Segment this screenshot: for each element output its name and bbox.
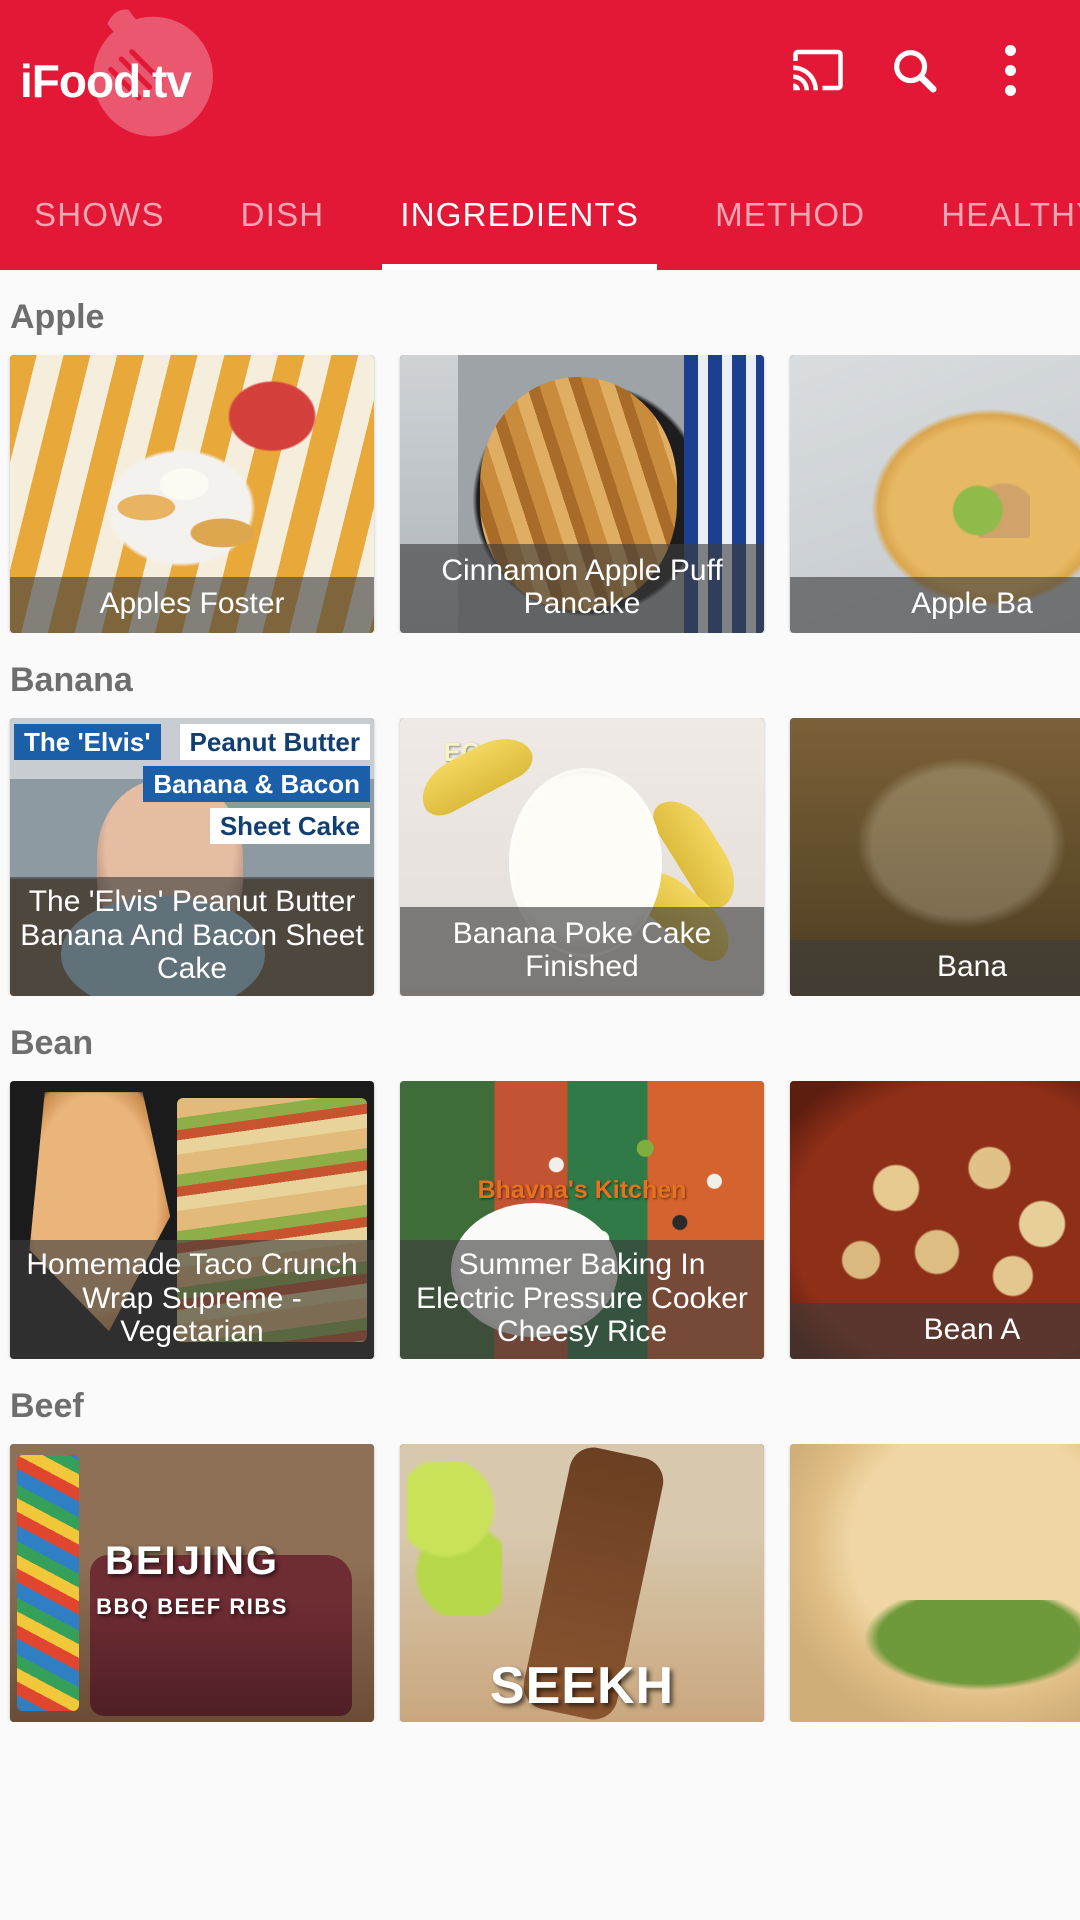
section-title: Apple <box>10 298 105 336</box>
recipe-card[interactable]: Banana Poke Cake Finished <box>400 718 764 996</box>
search-button[interactable] <box>866 22 962 118</box>
thumbnail-lime <box>407 1460 502 1617</box>
recipe-title: Apple Ba <box>790 577 1080 633</box>
recipe-card[interactable]: BEIJING BBQ BEEF RIBS <box>10 1444 374 1722</box>
ingredients-list: Apple Apples Foster Cinnamon Apple Puff … <box>0 270 1080 1722</box>
section-title: Beef <box>10 1387 84 1425</box>
recipe-card[interactable]: SEEKH <box>400 1444 764 1722</box>
recipe-card[interactable]: Apples Foster <box>10 355 374 633</box>
recipe-thumbnail: BEIJING BBQ BEEF RIBS <box>10 1444 374 1722</box>
search-icon <box>894 50 937 93</box>
recipe-title: Homemade Taco Crunch Wrap Supreme - Vege… <box>10 1240 374 1359</box>
overflow-menu-button[interactable] <box>962 22 1058 118</box>
section-title: Bean <box>10 1024 94 1062</box>
tab-method[interactable]: METHOD <box>715 160 903 270</box>
tab-healthy[interactable]: HEALTHY <box>941 160 1080 270</box>
thumb-banner-line1: The 'Elvis' <box>14 724 161 760</box>
recipe-title: Banana Poke Cake Finished <box>400 906 764 996</box>
tab-bar: SHOWS DISH INGREDIENTS METHOD HEALTHY <box>0 160 1080 270</box>
recipe-card[interactable]: Homemade Taco Crunch Wrap Supreme - Vege… <box>10 1081 374 1359</box>
section-beef: Beef BEIJING BBQ BEEF RIBS SEEKH <box>0 1359 1080 1722</box>
section-banana: Banana The 'Elvis' Peanut Butter Banana … <box>0 633 1080 996</box>
recipe-card[interactable]: Bean A <box>790 1081 1080 1359</box>
app-bar: iFood.tv SHOWS DISH INGREDIENTS METHOD H… <box>0 0 1080 270</box>
card-row[interactable]: BEIJING BBQ BEEF RIBS SEEKH <box>0 1444 1080 1722</box>
thumb-overlay-title: BEIJING <box>104 1538 280 1583</box>
thumb-banner-line4: Sheet Cake <box>209 808 370 844</box>
recipe-title: Apples Foster <box>10 577 374 633</box>
recipe-card[interactable] <box>790 1444 1080 1722</box>
section-title: Banana <box>10 661 133 699</box>
card-row[interactable]: Homemade Taco Crunch Wrap Supreme - Vege… <box>0 1081 1080 1359</box>
brand-logo: iFood.tv <box>20 55 192 107</box>
recipe-card[interactable]: Bana <box>790 718 1080 996</box>
recipe-card[interactable]: Bhavna's Kitchen Summer Baking In Electr… <box>400 1081 764 1359</box>
recipe-title: Summer Baking In Electric Pressure Cooke… <box>400 1240 764 1359</box>
thumb-banner-line3: Banana & Bacon <box>143 766 370 802</box>
recipe-title: Bean A <box>790 1303 1080 1359</box>
section-bean: Bean Homemade Taco Crunch Wrap Supreme -… <box>0 996 1080 1359</box>
app-bar-actions <box>770 22 1058 118</box>
card-row[interactable]: The 'Elvis' Peanut Butter Banana & Bacon… <box>0 718 1080 996</box>
recipe-title: Bana <box>790 940 1080 996</box>
card-row[interactable]: Apples Foster Cinnamon Apple Puff Pancak… <box>0 355 1080 633</box>
recipe-thumbnail <box>790 1444 1080 1722</box>
thumb-overlay-title: SEEKH <box>489 1657 675 1716</box>
thumb-overlay-subtitle: BBQ BEEF RIBS <box>96 1594 288 1620</box>
recipe-thumbnail: SEEKH <box>400 1444 764 1722</box>
thumb-banner-line2: Peanut Butter <box>179 724 370 760</box>
recipe-card[interactable]: Apple Ba <box>790 355 1080 633</box>
channel-watermark: Bhavna's Kitchen <box>477 1175 687 1204</box>
cast-button[interactable] <box>770 22 866 118</box>
section-apple: Apple Apples Foster Cinnamon Apple Puff … <box>0 270 1080 633</box>
recipe-title: The 'Elvis' Peanut Butter Banana And Bac… <box>10 877 374 996</box>
recipe-card[interactable]: The 'Elvis' Peanut Butter Banana & Bacon… <box>10 718 374 996</box>
tab-dish[interactable]: DISH <box>241 160 363 270</box>
banana-shape <box>410 725 539 823</box>
recipe-card[interactable]: Cinnamon Apple Puff Pancake <box>400 355 764 633</box>
tab-ingredients[interactable]: INGREDIENTS <box>382 160 677 270</box>
tab-shows[interactable]: SHOWS <box>34 160 203 270</box>
recipe-title: Cinnamon Apple Puff Pancake <box>400 543 764 633</box>
overflow-menu-icon <box>1004 44 1016 96</box>
cast-icon <box>793 49 843 91</box>
